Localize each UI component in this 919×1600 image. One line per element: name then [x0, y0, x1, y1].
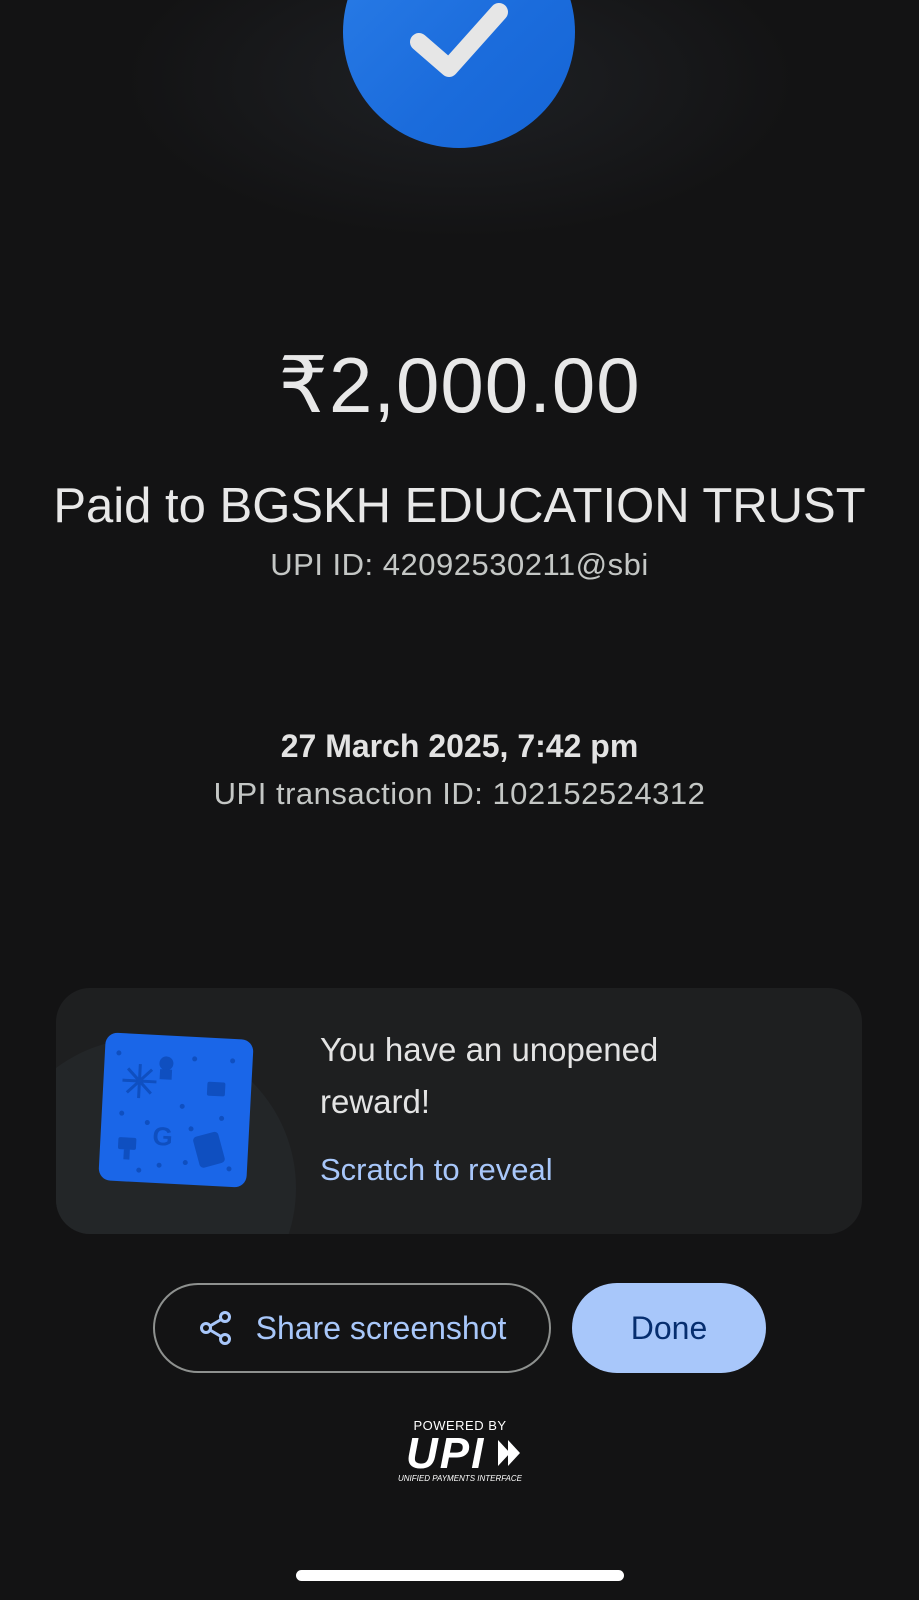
scratch-to-reveal-link[interactable]: Scratch to reveal — [320, 1152, 553, 1188]
check-icon — [410, 3, 508, 77]
payment-amount: ₹2,000.00 — [278, 341, 641, 429]
share-screenshot-button[interactable]: Share screenshot — [153, 1283, 551, 1373]
upi-logo-text: UPI — [406, 1429, 486, 1478]
upi-tagline: UNIFIED PAYMENTS INTERFACE — [397, 1474, 522, 1483]
reward-card[interactable]: G You have an unopened reward! Scratch t… — [56, 988, 862, 1234]
done-button[interactable]: Done — [572, 1283, 766, 1373]
upi-logo: POWERED BY UPI UNIFIED PAYMENTS INTERFAC… — [380, 1418, 540, 1484]
reward-title: You have an unopened reward! — [320, 1031, 659, 1120]
share-button-label: Share screenshot — [255, 1309, 507, 1346]
done-button-label: Done — [630, 1309, 708, 1346]
home-indicator[interactable] — [296, 1570, 624, 1581]
share-icon — [199, 1311, 231, 1345]
scratch-card-icon[interactable]: G — [98, 1032, 254, 1188]
upi-arrow-icon — [498, 1440, 520, 1466]
svg-text:G: G — [152, 1121, 174, 1152]
transaction-id: UPI transaction ID: 102152524312 — [213, 776, 706, 811]
payee-name: Paid to BGSKH EDUCATION TRUST — [53, 479, 866, 533]
payee-upi-id: UPI ID: 42092530211@sbi — [270, 547, 649, 582]
payment-datetime: 27 March 2025, 7:42 pm — [280, 728, 639, 764]
scratch-card-pattern: G — [116, 1050, 236, 1173]
